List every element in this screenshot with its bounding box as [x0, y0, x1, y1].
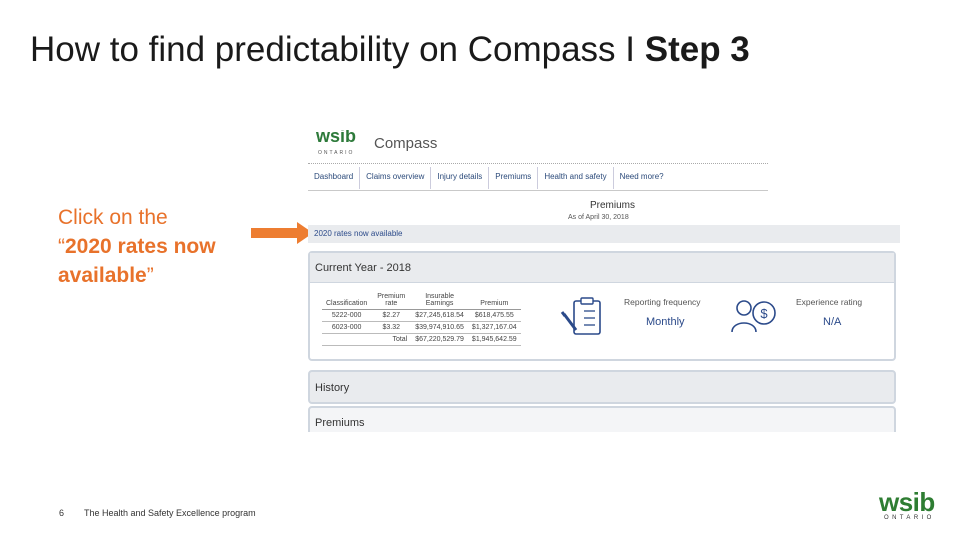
- nav-need-more[interactable]: Need more?: [614, 167, 670, 189]
- col-classification: Classification: [322, 291, 372, 310]
- nav-injury-details[interactable]: Injury details: [431, 167, 490, 189]
- nav-dashboard[interactable]: Dashboard: [308, 167, 361, 189]
- title-prefix: How to find predictability on Compass I: [30, 30, 645, 69]
- table-row: 5222-000 $2.27 $27,245,618.54 $618,475.5…: [322, 309, 521, 322]
- clipboard-pen-icon: [560, 297, 601, 335]
- cell-premium: $618,475.55: [467, 309, 521, 322]
- nav-health-and-safety[interactable]: Health and safety: [538, 167, 614, 189]
- table-row: 6023-000 $3.32 $39,974,910.65 $1,327,167…: [322, 321, 521, 334]
- wsib-logo-sub: ONTARIO: [884, 515, 935, 521]
- compass-logo-sub: ONTARIO: [318, 150, 355, 156]
- cell-rate: $2.27: [371, 309, 412, 322]
- history-panel[interactable]: History: [308, 370, 896, 404]
- col-insurable-earnings: Insurable Earnings: [411, 291, 468, 310]
- premium-table: Classification Premium rate Insurable Ea…: [322, 291, 521, 346]
- quote-close: ”: [146, 264, 154, 287]
- total-earnings: $67,220,529.79: [411, 333, 468, 346]
- title-step: Step 3: [644, 30, 750, 69]
- rates-available-link[interactable]: 2020 rates now available: [314, 229, 403, 238]
- total-label: Total: [371, 333, 412, 346]
- cell-premium: $1,327,167.04: [467, 321, 521, 334]
- experience-rating-value: N/A: [823, 316, 842, 328]
- pointer-arrow-icon: [251, 222, 313, 244]
- compass-screenshot: wsib ONTARIO Compass Dashboard Claims ov…: [308, 130, 900, 432]
- experience-rating-label: Experience rating: [796, 297, 863, 307]
- compass-header: wsib ONTARIO Compass: [308, 130, 768, 160]
- instruction-text: Click on the “2020 rates now available”: [58, 203, 258, 290]
- premiums-panel[interactable]: Premiums: [308, 406, 896, 432]
- slide-title: How to find predictability on Compass I …: [30, 30, 750, 70]
- compass-nav: Dashboard Claims overview Injury details…: [308, 167, 768, 189]
- cell-empty: [322, 333, 372, 346]
- premiums-page-title: Premiums: [590, 200, 636, 211]
- quote-open: “: [58, 235, 65, 258]
- cell-earnings: $27,245,618.54: [411, 309, 468, 322]
- current-year-header[interactable]: Current Year - 2018: [310, 253, 894, 283]
- compass-logo[interactable]: wsib: [316, 130, 356, 147]
- premiums-section-label: Premiums: [315, 417, 365, 429]
- table-header-row: Classification Premium rate Insurable Ea…: [322, 291, 521, 310]
- col-premium-rate: Premium rate: [371, 291, 412, 310]
- compass-app-name: Compass: [374, 135, 438, 152]
- history-label: History: [315, 382, 350, 394]
- instruction-highlight: 2020 rates now available: [58, 235, 216, 287]
- current-year-panel: Current Year - 2018 Classification Premi…: [308, 251, 896, 361]
- nav-claims-overview[interactable]: Claims overview: [360, 167, 432, 189]
- instruction-line1: Click on the: [58, 206, 168, 229]
- total-premium: $1,945,642.59: [467, 333, 521, 346]
- cell-rate: $3.32: [371, 321, 412, 334]
- cell-classification: 6023-000: [322, 321, 372, 334]
- nav-premiums[interactable]: Premiums: [489, 167, 539, 189]
- as-of-date: As of April 30, 2018: [568, 214, 629, 221]
- table-total-row: Total $67,220,529.79 $1,945,642.59: [322, 333, 521, 346]
- person-dollar-icon: $: [731, 300, 776, 333]
- header-divider: [308, 163, 768, 164]
- reporting-frequency-label: Reporting frequency: [624, 297, 701, 307]
- col-premium: Premium: [467, 291, 521, 310]
- cell-classification: 5222-000: [322, 309, 372, 322]
- svg-text:$: $: [760, 306, 768, 321]
- nav-divider: [308, 190, 768, 191]
- footer-text: The Health and Safety Excellence program: [84, 508, 256, 518]
- current-year-title: Current Year - 2018: [315, 262, 412, 274]
- reporting-frequency-value: Monthly: [646, 316, 685, 328]
- page-number: 6: [59, 508, 65, 518]
- cell-earnings: $39,974,910.65: [411, 321, 468, 334]
- rates-banner: 2020 rates now available: [308, 225, 900, 243]
- wsib-logo: wsib: [879, 487, 935, 517]
